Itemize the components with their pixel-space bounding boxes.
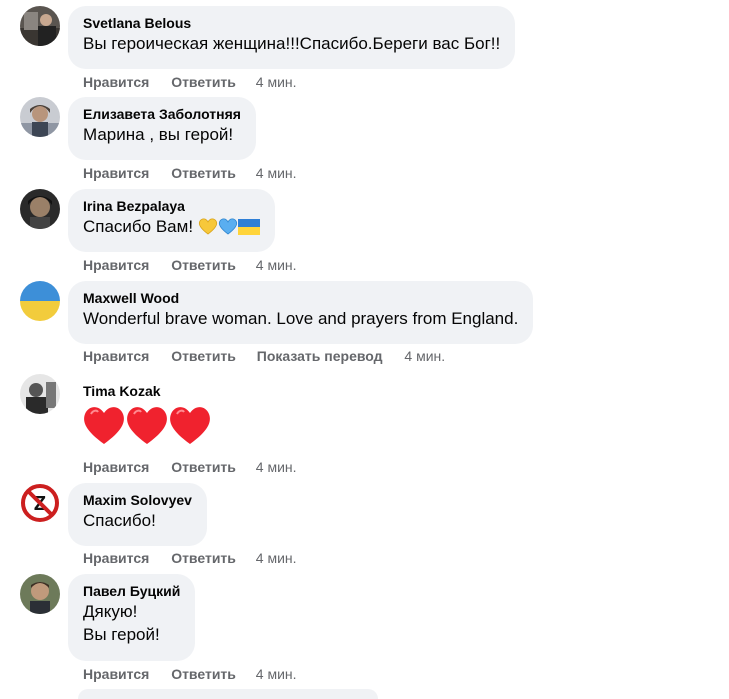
- avatar[interactable]: [20, 6, 60, 46]
- reply-button[interactable]: Ответить: [171, 164, 236, 182]
- comment-author[interactable]: Irina Bezpalaya: [83, 197, 260, 215]
- reply-button[interactable]: Ответить: [171, 256, 236, 274]
- comment-bubble: Svetlana Belous Вы героическая женщина!!…: [68, 6, 516, 69]
- comment-text-content: Спасибо Вам!: [83, 217, 194, 236]
- avatar[interactable]: [20, 281, 60, 321]
- comment-bubble: Maxwell Wood Wonderful brave woman. Love…: [68, 281, 534, 344]
- avatar[interactable]: [20, 189, 60, 229]
- comment-bubble: Елизавета Заболотняя Марина , вы герой!: [68, 97, 256, 160]
- comment-bubble: Irina Bezpalaya Спасибо Вам!: [68, 189, 275, 252]
- comment-text: Вы героическая женщина!!!Спасибо.Береги …: [83, 34, 501, 53]
- like-button[interactable]: Нравится: [83, 73, 149, 91]
- like-button[interactable]: Нравится: [83, 549, 149, 567]
- comment-author[interactable]: Maxim Solovyev: [83, 491, 192, 509]
- reply-button[interactable]: Ответить: [171, 665, 236, 683]
- comment-actions: Нравится Ответить 4 мин.: [83, 256, 297, 274]
- avatar[interactable]: Z: [20, 483, 60, 523]
- comment-bubble: Павел Буцкий Дякую! Вы герой!: [68, 574, 196, 661]
- avatar[interactable]: [20, 374, 60, 414]
- comment-text: Спасибо Вам!: [83, 215, 260, 241]
- reply-button[interactable]: Ответить: [171, 347, 236, 365]
- comment-actions: Нравится Ответить 4 мин.: [83, 549, 297, 567]
- reply-button[interactable]: Ответить: [171, 549, 236, 567]
- like-button[interactable]: Нравится: [83, 665, 149, 683]
- yellow-heart-icon: [198, 217, 218, 241]
- red-heart-icon: [82, 404, 126, 451]
- red-heart-icon: [168, 404, 212, 451]
- blue-heart-icon: [218, 217, 238, 241]
- comment-time[interactable]: 4 мин.: [256, 73, 297, 91]
- reply-button[interactable]: Ответить: [171, 458, 236, 476]
- comment-actions: Нравится Ответить Показать перевод 4 мин…: [83, 347, 445, 365]
- comment-time[interactable]: 4 мин.: [256, 256, 297, 274]
- like-button[interactable]: Нравится: [83, 164, 149, 182]
- like-button[interactable]: Нравится: [83, 458, 149, 476]
- comment-author[interactable]: Svetlana Belous: [83, 14, 500, 32]
- ukraine-flag-icon: [237, 218, 260, 241]
- comment-text-line: Вы герой!: [83, 625, 160, 644]
- comment-time[interactable]: 4 мин.: [256, 549, 297, 567]
- comment-actions: Нравится Ответить 4 мин.: [83, 665, 297, 683]
- hearts-row: [82, 404, 211, 451]
- comment-actions: Нравится Ответить 4 мин.: [83, 164, 297, 182]
- comment-text: Марина , вы герой!: [83, 125, 234, 144]
- comment-author[interactable]: Елизавета Заболотняя: [83, 105, 241, 123]
- translate-button[interactable]: Показать перевод: [257, 347, 383, 365]
- comment-actions: Нравится Ответить 4 мин.: [83, 458, 297, 476]
- avatar[interactable]: [20, 97, 60, 137]
- comment-time[interactable]: 4 мин.: [256, 164, 297, 182]
- comment-text-line: Дякую!: [83, 602, 138, 621]
- comment-actions: Нравится Ответить 4 мин.: [83, 73, 297, 91]
- next-comment-bubble: [78, 689, 378, 699]
- comment-text: Спасибо!: [83, 511, 156, 530]
- comment-time[interactable]: 4 мин.: [256, 458, 297, 476]
- avatar[interactable]: [20, 574, 60, 614]
- like-button[interactable]: Нравится: [83, 256, 149, 274]
- comment-time[interactable]: 4 мин.: [256, 665, 297, 683]
- comment-author[interactable]: Павел Буцкий: [83, 582, 180, 600]
- red-heart-icon: [125, 404, 169, 451]
- comment-time[interactable]: 4 мин.: [404, 347, 445, 365]
- like-button[interactable]: Нравится: [83, 347, 149, 365]
- comment-bubble: Maxim Solovyev Спасибо!: [68, 483, 207, 546]
- comment-author[interactable]: Tima Kozak: [83, 382, 161, 400]
- comment-author[interactable]: Maxwell Wood: [83, 289, 518, 307]
- comment-text: Wonderful brave woman. Love and prayers …: [83, 309, 519, 328]
- reply-button[interactable]: Ответить: [171, 73, 236, 91]
